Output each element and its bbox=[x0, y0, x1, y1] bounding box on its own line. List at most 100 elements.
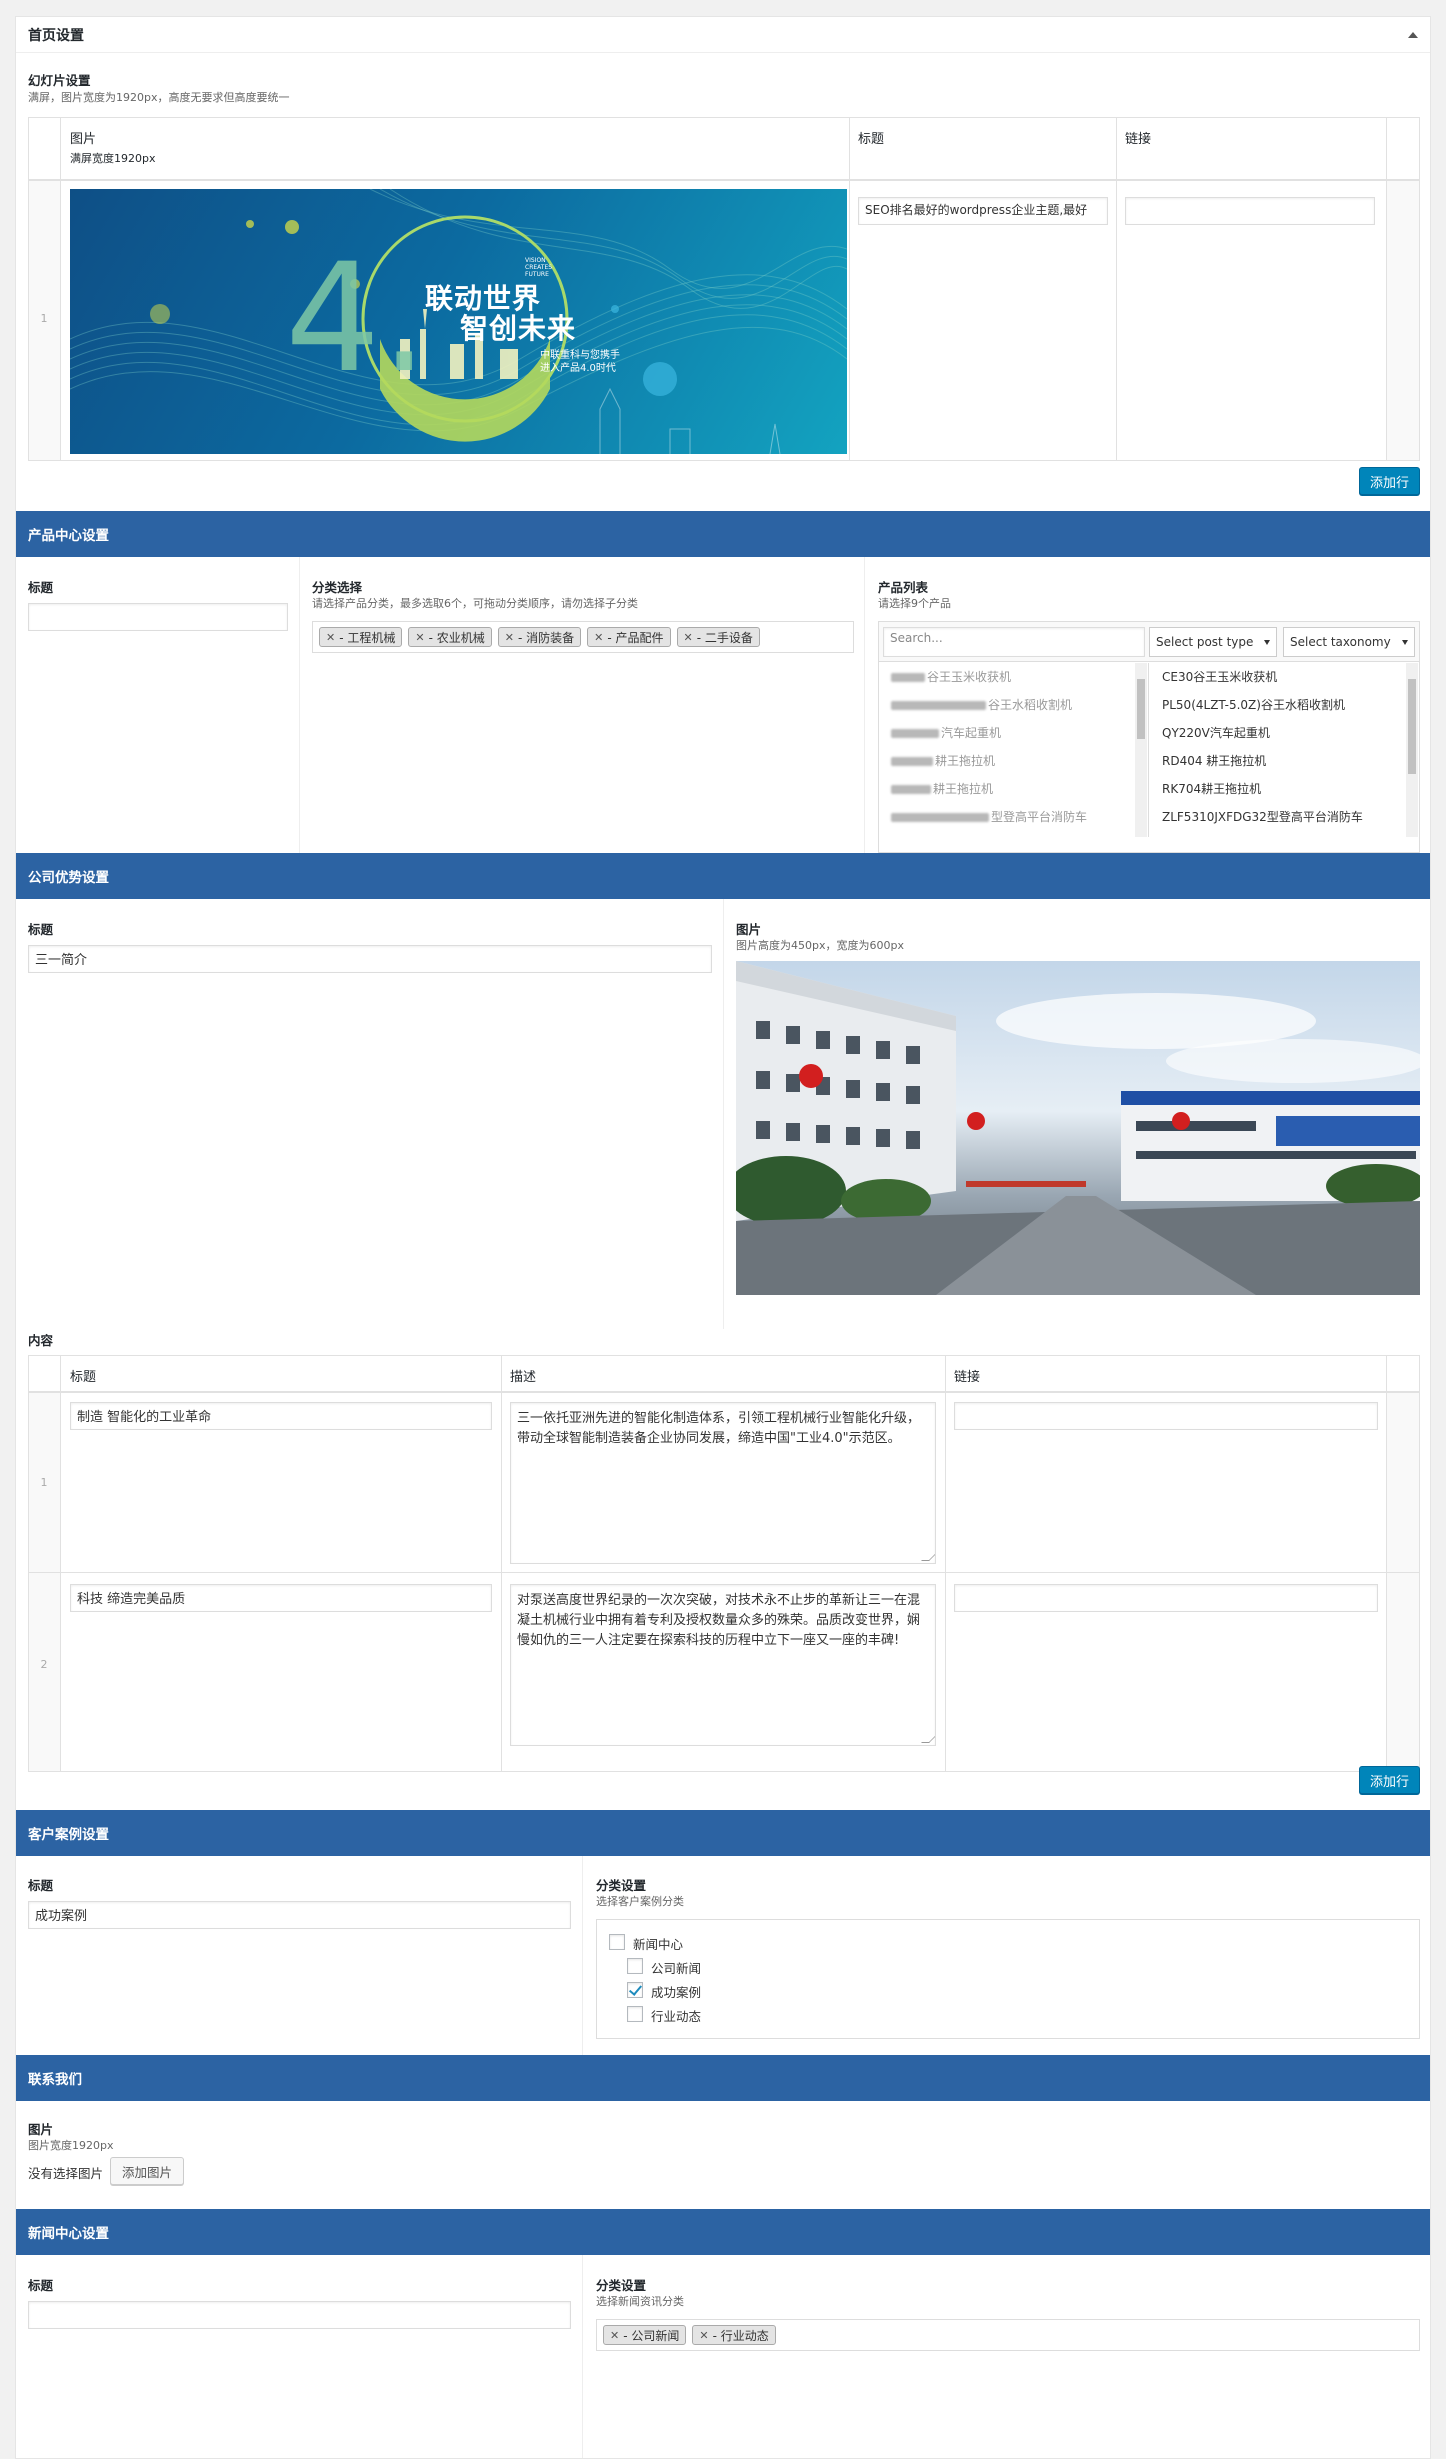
banner-graphics bbox=[70, 189, 847, 454]
product-cat-select[interactable]: ✕ - 工程机械 ✕ - 农业机械 ✕ - 消防装备 ✕ - 产品配件 ✕ - 二手设备 bbox=[312, 621, 854, 653]
cases-cat-tree: 新闻中心 公司新闻 成功案例 行业动态 bbox=[596, 1919, 1420, 2039]
product-title-input[interactable] bbox=[28, 603, 288, 631]
product-title-label: 标题 bbox=[28, 580, 54, 595]
resize-handle-icon bbox=[921, 1553, 935, 1561]
row-title-input[interactable]: 科技 缔造完美品质 bbox=[70, 1584, 492, 1612]
cases-section-bar[interactable]: 客户案例设置 bbox=[16, 1810, 1430, 1856]
cases-title-input[interactable]: 成功案例 bbox=[28, 1901, 571, 1929]
product-search-input[interactable]: Search... bbox=[883, 627, 1145, 657]
list-item[interactable]: QY220V汽车起重机 bbox=[1150, 719, 1419, 747]
tag-chip[interactable]: ✕ - 公司新闻 bbox=[603, 2325, 687, 2345]
col-link: 链接 bbox=[954, 1370, 981, 1385]
selected-list: CE30谷王玉米收获机 PL50(4LZT-5.0Z)谷王水稻收割机 QY220… bbox=[1150, 663, 1419, 837]
row-number[interactable]: 2 bbox=[29, 1658, 59, 1671]
checkbox-label: 成功案例 bbox=[651, 1985, 702, 2000]
row-link-input[interactable] bbox=[954, 1402, 1378, 1430]
taxonomy-select[interactable]: Select taxonomy bbox=[1283, 627, 1415, 657]
no-image-text: 没有选择图片 bbox=[28, 2166, 104, 2181]
row-number[interactable]: 1 bbox=[29, 1476, 59, 1489]
tag-chip[interactable]: ✕ - 消防装备 bbox=[497, 627, 582, 647]
checkbox-label: 行业动态 bbox=[651, 2009, 702, 2024]
checkbox[interactable] bbox=[627, 1958, 643, 1974]
checkbox[interactable] bbox=[609, 1934, 625, 1950]
row-number[interactable]: 1 bbox=[29, 312, 59, 325]
remove-icon: ✕ bbox=[594, 630, 604, 644]
slide-image[interactable]: 4. 联动世界 智创未来 VISION CREATES FUTURE 中联重科与您携… bbox=[70, 189, 847, 454]
news-title-input[interactable] bbox=[28, 2301, 571, 2329]
checkbox-label: 公司新闻 bbox=[651, 1961, 702, 1976]
factory-photo bbox=[736, 961, 1420, 1295]
scrollbar[interactable] bbox=[1135, 663, 1147, 837]
remove-icon: ✕ bbox=[683, 630, 693, 644]
banner-small: VISION CREATES FUTURE bbox=[525, 257, 553, 278]
list-item[interactable]: 谷王玉米收获机 bbox=[879, 663, 1148, 691]
advantage-title-input[interactable]: 三一简介 bbox=[28, 945, 712, 973]
list-item[interactable]: PL50(4LZT-5.0Z)谷王水稻收割机 bbox=[1150, 691, 1419, 719]
list-item[interactable]: 耕王拖拉机 bbox=[879, 747, 1148, 775]
banner-line2: 智创未来 bbox=[460, 312, 577, 345]
news-section-bar[interactable]: 新闻中心设置 bbox=[16, 2209, 1430, 2255]
available-list: 谷王玉米收获机 谷王水稻收割机 汽车起重机 耕王拖拉机 耕王拖拉机 型登高平台消… bbox=[879, 663, 1149, 837]
slides-label: 幻灯片设置 bbox=[28, 73, 91, 88]
remove-icon: ✕ bbox=[326, 630, 336, 644]
content-label: 内容 bbox=[28, 1333, 54, 1348]
advantage-title-label: 标题 bbox=[28, 922, 54, 937]
checkbox-checked[interactable] bbox=[627, 1982, 643, 1998]
product-list-desc: 请选择9个产品 bbox=[878, 597, 951, 610]
row-title-input[interactable]: 制造 智能化的工业革命 bbox=[70, 1402, 492, 1430]
banner-sub: 中联重科与您携手 进入产品4.0时代 bbox=[540, 350, 620, 374]
slide-link-input[interactable] bbox=[1125, 197, 1375, 225]
remove-icon: ✕ bbox=[504, 630, 514, 644]
add-image-button[interactable]: 添加图片 bbox=[110, 2157, 184, 2185]
col-image-desc: 满屏宽度1920px bbox=[70, 152, 156, 165]
row-desc-textarea[interactable]: 对泵送高度世界纪录的一次次突破，对技术永不止步的革新让三一在混凝土机械行业中拥有… bbox=[510, 1584, 936, 1746]
list-item[interactable]: ZLF5310JXFDG32型登高平台消防车 bbox=[1150, 803, 1419, 831]
row-desc-textarea[interactable]: 三一依托亚洲先进的智能化制造体系，引领工程机械行业智能化升级，带动全球智能制造装… bbox=[510, 1402, 936, 1564]
news-title-label: 标题 bbox=[28, 2278, 54, 2293]
list-item[interactable]: RD404 耕王拖拉机 bbox=[1150, 747, 1419, 775]
advantage-image-desc: 图片高度为450px，宽度为600px bbox=[736, 939, 904, 952]
product-cat-desc: 请选择产品分类，最多选取6个，可拖动分类顺序，请勿选择子分类 bbox=[312, 597, 638, 610]
advantage-section-bar[interactable]: 公司优势设置 bbox=[16, 853, 1430, 899]
list-item[interactable]: 耕王拖拉机 bbox=[879, 775, 1148, 803]
product-relationship-field: Search... Select post type Select taxono… bbox=[878, 621, 1420, 853]
slides-desc: 满屏，图片宽度为1920px，高度无要求但高度要统一 bbox=[28, 91, 290, 104]
tag-chip[interactable]: ✕ - 二手设备 bbox=[676, 627, 760, 647]
news-cat-label: 分类设置 bbox=[596, 2278, 647, 2293]
cases-title-label: 标题 bbox=[28, 1878, 54, 1893]
content-table: 标题 描述 链接 1 制造 智能化的工业革命 三一依托亚洲先进的智能化制造体系，… bbox=[28, 1355, 1420, 1772]
cases-cat-label: 分类设置 bbox=[596, 1878, 647, 1893]
slide-title-input[interactable]: SEO排名最好的wordpress企业主题,最好 bbox=[858, 197, 1108, 225]
list-item[interactable]: 汽车起重机 bbox=[879, 719, 1148, 747]
tag-chip[interactable]: ✕ - 农业机械 bbox=[408, 627, 492, 647]
advantage-image[interactable] bbox=[736, 961, 1420, 1295]
tag-chip[interactable]: ✕ - 产品配件 bbox=[587, 627, 671, 647]
contact-section-bar[interactable]: 联系我们 bbox=[16, 2055, 1430, 2101]
tag-chip[interactable]: ✕ - 工程机械 bbox=[319, 627, 403, 647]
tag-chip[interactable]: ✕ - 行业动态 bbox=[692, 2325, 776, 2345]
news-cat-select[interactable]: ✕ - 公司新闻 ✕ - 行业动态 bbox=[596, 2319, 1420, 2351]
product-list-label: 产品列表 bbox=[878, 580, 929, 595]
scrollbar[interactable] bbox=[1406, 663, 1418, 837]
remove-icon: ✕ bbox=[610, 2328, 620, 2342]
remove-icon: ✕ bbox=[415, 630, 425, 644]
panel-header[interactable]: 首页设置 bbox=[16, 17, 1430, 53]
list-item[interactable]: 型登高平台消防车 bbox=[879, 803, 1148, 831]
list-item[interactable]: CE30谷王玉米收获机 bbox=[1150, 663, 1419, 691]
contact-image-desc: 图片宽度1920px bbox=[28, 2139, 114, 2152]
post-type-select[interactable]: Select post type bbox=[1149, 627, 1277, 657]
list-item[interactable]: 谷王水稻收割机 bbox=[879, 691, 1148, 719]
product-cat-label: 分类选择 bbox=[312, 580, 363, 595]
list-item[interactable]: RK704耕王拖拉机 bbox=[1150, 775, 1419, 803]
row-link-input[interactable] bbox=[954, 1584, 1378, 1612]
news-cat-desc: 选择新闻资讯分类 bbox=[596, 2295, 684, 2308]
collapse-arrow-icon[interactable] bbox=[1408, 31, 1418, 38]
checkbox[interactable] bbox=[627, 2006, 643, 2022]
chevron-down-icon bbox=[1264, 639, 1270, 645]
slides-add-row-button[interactable]: 添加行 bbox=[1359, 467, 1420, 495]
product-section-bar[interactable]: 产品中心设置 bbox=[16, 511, 1430, 557]
remove-icon: ✕ bbox=[699, 2328, 709, 2342]
col-desc: 描述 bbox=[510, 1370, 537, 1385]
content-add-row-button[interactable]: 添加行 bbox=[1359, 1766, 1420, 1794]
banner-big-text: 4. bbox=[285, 232, 429, 406]
